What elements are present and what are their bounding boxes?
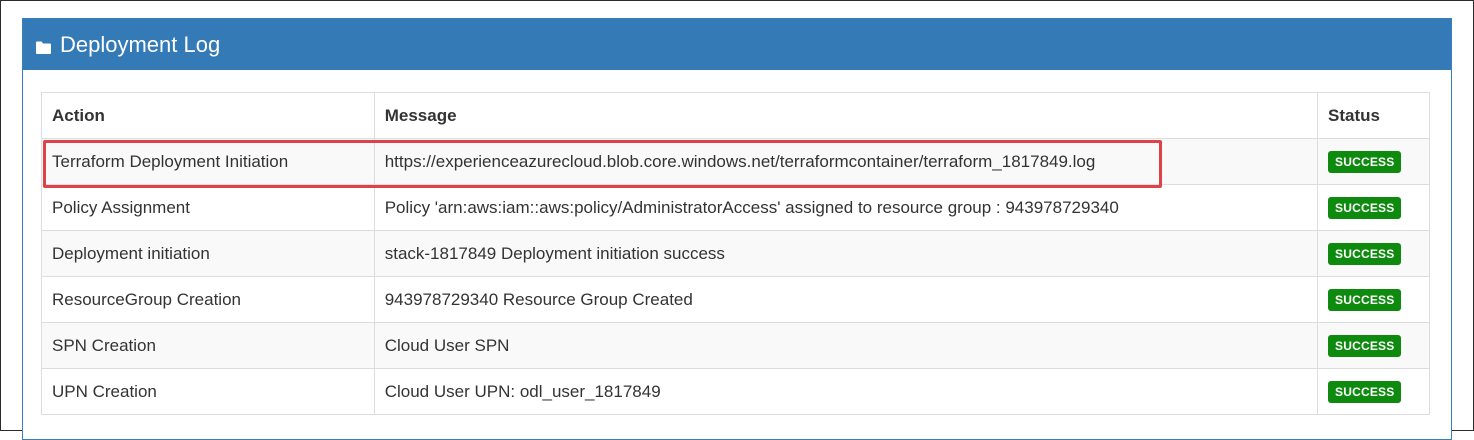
cell-status: SUCCESS	[1317, 138, 1430, 185]
table-row: Policy Assignment Policy 'arn:aws:iam::a…	[41, 184, 1430, 231]
status-badge: SUCCESS	[1328, 288, 1402, 311]
table-header-row: Action Message Status	[41, 92, 1430, 139]
cell-status: SUCCESS	[1317, 368, 1430, 415]
column-header-message: Message	[373, 92, 1319, 139]
cell-message: Cloud User SPN	[373, 322, 1319, 369]
cell-status: SUCCESS	[1317, 276, 1430, 323]
cell-action: SPN Creation	[41, 322, 375, 369]
cell-action: Terraform Deployment Initiation	[41, 138, 375, 185]
deployment-log-panel: Deployment Log Action Message Status Ter…	[22, 18, 1452, 440]
table-row: ResourceGroup Creation 943978729340 Reso…	[41, 276, 1430, 323]
cell-message: Policy 'arn:aws:iam::aws:policy/Administ…	[373, 184, 1319, 231]
cell-action: ResourceGroup Creation	[41, 276, 375, 323]
cell-action: Policy Assignment	[41, 184, 375, 231]
cell-action: Deployment initiation	[41, 230, 375, 277]
column-header-action: Action	[41, 92, 375, 139]
panel-body: Action Message Status Terraform Deployme…	[41, 92, 1430, 415]
folder-icon	[35, 36, 52, 54]
status-badge: SUCCESS	[1328, 334, 1402, 357]
deployment-log-table: Action Message Status Terraform Deployme…	[41, 92, 1430, 415]
cell-status: SUCCESS	[1317, 230, 1430, 277]
status-badge: SUCCESS	[1328, 380, 1402, 403]
cell-status: SUCCESS	[1317, 184, 1430, 231]
panel-heading: Deployment Log	[23, 19, 1451, 70]
cell-status: SUCCESS	[1317, 322, 1430, 369]
cell-message: https://experienceazurecloud.blob.core.w…	[373, 138, 1319, 185]
status-badge: SUCCESS	[1328, 196, 1402, 219]
screenshot-frame: Deployment Log Action Message Status Ter…	[0, 0, 1474, 440]
table-row: Terraform Deployment Initiation https://…	[41, 138, 1430, 185]
cell-message: stack-1817849 Deployment initiation succ…	[373, 230, 1319, 277]
table-row: Deployment initiation stack-1817849 Depl…	[41, 230, 1430, 277]
cell-action: UPN Creation	[41, 368, 375, 415]
cell-message: Cloud User UPN: odl_user_1817849	[373, 368, 1319, 415]
table-row: UPN Creation Cloud User UPN: odl_user_18…	[41, 368, 1430, 415]
column-header-status: Status	[1317, 92, 1430, 139]
cell-message: 943978729340 Resource Group Created	[373, 276, 1319, 323]
table-row: SPN Creation Cloud User SPN SUCCESS	[41, 322, 1430, 369]
status-badge: SUCCESS	[1328, 242, 1402, 265]
status-badge: SUCCESS	[1328, 150, 1402, 173]
panel-title: Deployment Log	[60, 31, 221, 57]
